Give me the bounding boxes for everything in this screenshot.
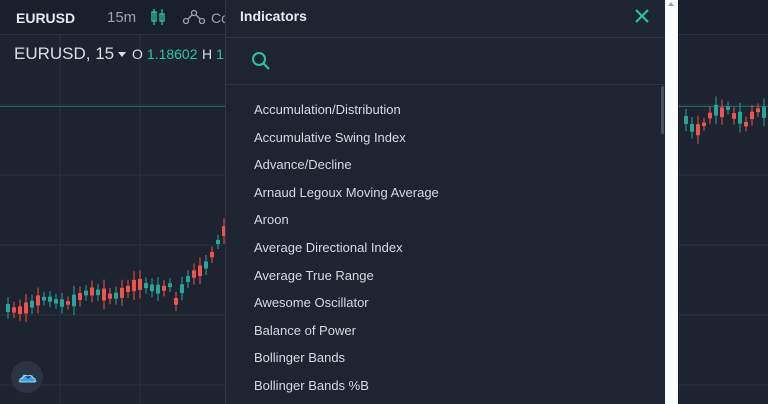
- indicators-dialog: Indicators Accumulation/Distribution Accu…: [225, 0, 666, 404]
- candle-body: [750, 111, 754, 120]
- candle-body: [102, 288, 106, 301]
- high-key: H: [202, 46, 213, 62]
- candle-body: [30, 300, 34, 308]
- candle-body: [696, 124, 700, 136]
- chart-legend[interactable]: EURUSD, 15: [14, 44, 127, 64]
- legend-symbol[interactable]: EURUSD, 15: [14, 44, 114, 63]
- indicator-item[interactable]: Aroon: [226, 206, 656, 234]
- candle-body: [726, 106, 730, 110]
- candles-right: [684, 96, 766, 144]
- candle-body: [186, 276, 190, 283]
- candle-body: [66, 301, 70, 305]
- indicator-item[interactable]: Advance/Decline: [226, 151, 656, 179]
- candle-body: [162, 285, 166, 291]
- scroll-up-icon[interactable]: [668, 2, 674, 6]
- search-bar[interactable]: [226, 38, 665, 84]
- indicator-item[interactable]: Arnaud Legoux Moving Average: [226, 179, 656, 207]
- candle-body: [36, 295, 40, 306]
- candle-body: [42, 296, 46, 301]
- candle-body: [54, 299, 58, 304]
- candle-body: [690, 123, 694, 132]
- candle-body: [180, 284, 184, 294]
- scrollbar-track[interactable]: [665, 0, 678, 404]
- dialog-title: Indicators: [240, 8, 307, 24]
- candle-body: [12, 307, 16, 313]
- candle-body: [84, 290, 88, 296]
- search-icon[interactable]: [250, 50, 272, 72]
- indicator-item[interactable]: Bollinger Bands %B: [226, 372, 656, 400]
- candle-body: [126, 285, 130, 292]
- candle-body: [156, 284, 160, 294]
- candle-body: [18, 306, 22, 314]
- indicator-item[interactable]: Balance of Power: [226, 317, 656, 345]
- candle-body: [96, 289, 100, 296]
- candle-body: [72, 294, 76, 307]
- indicator-item[interactable]: Bollinger Bands: [226, 344, 656, 372]
- candle-body: [732, 113, 736, 119]
- scrollbar[interactable]: [661, 86, 664, 134]
- candle-body: [684, 115, 688, 125]
- divider: [226, 84, 665, 85]
- candle-body: [150, 284, 154, 292]
- candle-body: [210, 252, 214, 258]
- candle-body: [90, 287, 94, 296]
- indicator-list: Accumulation/Distribution Accumulative Sw…: [226, 96, 656, 400]
- candle-body: [60, 299, 64, 307]
- candle-body: [762, 106, 766, 118]
- close-icon[interactable]: [632, 6, 652, 26]
- ohlc-open: O 1.18602: [132, 46, 198, 62]
- cloud-logo-icon[interactable]: [11, 361, 43, 393]
- candle-body: [198, 265, 202, 277]
- candle-body: [720, 107, 724, 118]
- symbol-button[interactable]: EURUSD: [16, 10, 75, 26]
- candle-body: [174, 297, 178, 305]
- interval-button[interactable]: 15m: [107, 9, 136, 26]
- candle-body: [114, 292, 118, 299]
- candle-body: [744, 121, 748, 127]
- ohlc-high: H 1.: [202, 46, 228, 62]
- candle-body: [78, 293, 82, 301]
- candle-body: [756, 108, 760, 113]
- caret-down-icon[interactable]: [118, 52, 127, 58]
- candle-body: [108, 293, 112, 299]
- indicator-item[interactable]: Average True Range: [226, 262, 656, 290]
- candle-body: [204, 261, 208, 269]
- price-chart-right[interactable]: [678, 35, 768, 404]
- candle-body: [708, 112, 712, 119]
- candle-body: [702, 122, 706, 127]
- candles-left: [6, 218, 226, 322]
- candle-body: [192, 270, 196, 278]
- candle-body: [120, 287, 124, 298]
- candlestick-icon[interactable]: [150, 8, 166, 26]
- candle-body: [216, 239, 220, 244]
- candle-body: [738, 111, 742, 124]
- indicator-item[interactable]: Awesome Oscillator: [226, 289, 656, 317]
- candle-body: [138, 278, 142, 290]
- candle-body: [132, 279, 136, 292]
- open-value: 1.18602: [146, 46, 198, 62]
- indicator-item[interactable]: Accumulative Swing Index: [226, 124, 656, 152]
- candle-body: [144, 282, 148, 289]
- candle-body: [48, 296, 52, 302]
- indicator-item[interactable]: Average Directional Index: [226, 234, 656, 262]
- candle-body: [714, 104, 718, 116]
- compare-label[interactable]: Co: [211, 10, 225, 26]
- candle-body: [24, 302, 28, 314]
- candle-body: [6, 303, 10, 313]
- candle-body: [168, 283, 172, 288]
- search-input[interactable]: [282, 48, 646, 76]
- compare-icon[interactable]: [182, 8, 206, 26]
- open-key: O: [132, 46, 143, 62]
- indicator-item[interactable]: Accumulation/Distribution: [226, 96, 656, 124]
